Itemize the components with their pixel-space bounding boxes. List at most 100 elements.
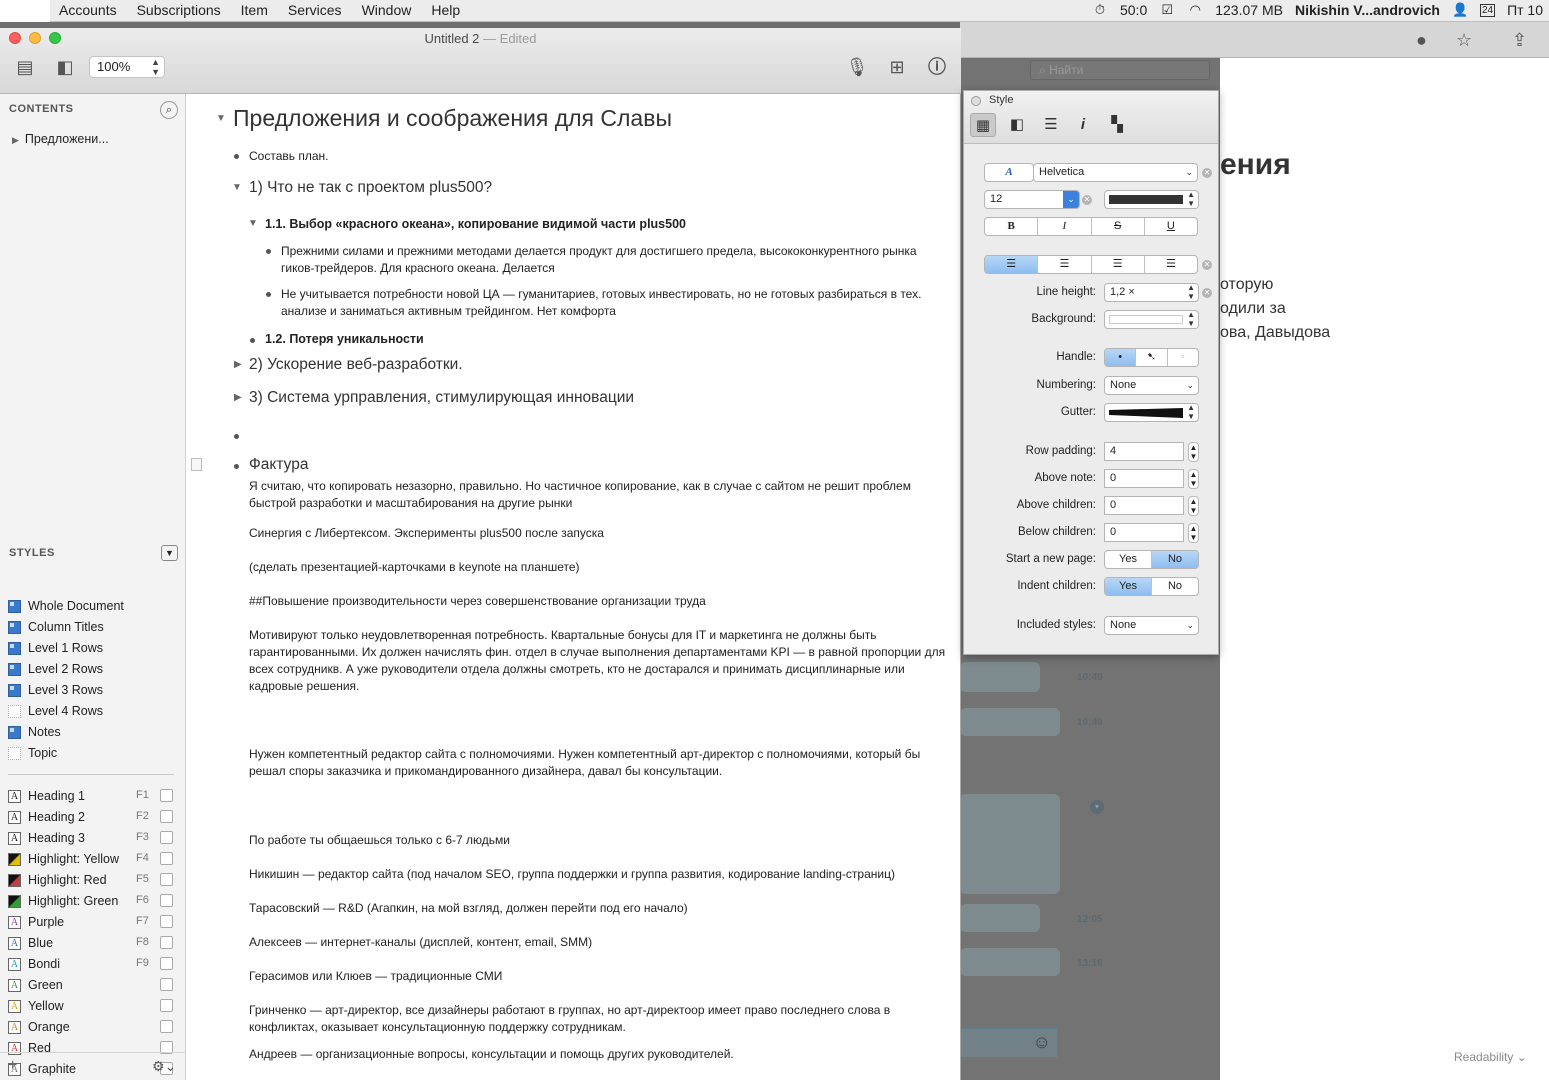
menu-accounts[interactable]: Accounts	[59, 2, 117, 18]
menu-item[interactable]: Item	[241, 2, 268, 18]
named-style-row[interactable]: A Heading 2 F2	[8, 807, 178, 827]
note-text[interactable]: ##Повышение производительности через сов…	[249, 593, 949, 610]
outline-row-heading[interactable]: 1.1. Выбор «красного океана», копировани…	[265, 217, 686, 231]
clock[interactable]: Пт 10	[1507, 2, 1543, 18]
menu-window[interactable]: Window	[362, 2, 412, 18]
named-style-row[interactable]: A Heading 3 F3	[8, 828, 178, 848]
style-tab-icon[interactable]: ▦	[970, 113, 996, 137]
style-row[interactable]: Level 4 Rows	[8, 701, 178, 721]
note-text[interactable]: Мотивируют только неудовлетворенная потр…	[249, 627, 949, 695]
handle-arrow-icon[interactable]: ➷	[1136, 349, 1168, 366]
style-checkbox[interactable]	[160, 873, 173, 886]
outline-row-heading[interactable]: Фактура	[249, 456, 308, 474]
handle-none-icon[interactable]: ◦	[1168, 349, 1198, 366]
outline-row-heading[interactable]: 2) Ускорение веб-разработки.	[249, 356, 463, 374]
style-checkbox[interactable]	[160, 999, 173, 1012]
alignment-buttons[interactable]: ☰ ☰ ☰ ☰	[984, 255, 1198, 274]
readability-button[interactable]: Readability ⌄	[1454, 1050, 1527, 1064]
font-size-combo[interactable]: 12 ⌄	[984, 190, 1080, 209]
gear-icon[interactable]: ⚙⌄	[152, 1058, 176, 1075]
below-children-stepper[interactable]: ▲ ▼	[1188, 523, 1199, 543]
user-name[interactable]: Nikishin V...androvich	[1295, 2, 1440, 18]
row-padding-input[interactable]: 4	[1104, 442, 1184, 461]
outline-row[interactable]: Не учитывается потребности новой ЦА — гу…	[281, 287, 921, 301]
record-icon[interactable]: ●	[1416, 30, 1427, 51]
share-icon[interactable]: ⇪	[1512, 30, 1527, 51]
document-tab-icon[interactable]: ◧	[1004, 113, 1030, 137]
clear-alignment-icon[interactable]: ✕	[1202, 260, 1212, 270]
note-text[interactable]: Тарасовский — R&D (Агапкин, на мой взгля…	[249, 900, 949, 917]
sidebar-toggle-icon[interactable]: ▤	[12, 55, 38, 79]
microphone-icon[interactable]: 🎙	[844, 55, 870, 79]
close-inspector-button[interactable]	[971, 96, 981, 106]
named-style-row[interactable]: A Highlight: Yellow F4	[8, 849, 178, 869]
outline-row[interactable]: анализе и заниматься активным трейдингом…	[281, 304, 616, 318]
included-styles-select[interactable]: None ⌄	[1104, 616, 1199, 635]
note-text[interactable]: Синергия с Либертексом. Эксперименты plu…	[249, 525, 949, 542]
emoji-icon[interactable]: ☺	[1033, 1032, 1051, 1053]
add-style-icon[interactable]: +	[8, 1057, 17, 1075]
style-checkbox[interactable]	[160, 894, 173, 907]
below-children-input[interactable]: 0	[1104, 523, 1184, 542]
style-row[interactable]: Level 1 Rows	[8, 638, 178, 658]
outline-row-heading[interactable]: 1.2. Потеря уникальности	[265, 332, 424, 346]
clear-size-icon[interactable]: ✕	[1082, 195, 1092, 205]
indent-children-toggle[interactable]: Yes No	[1104, 577, 1199, 596]
style-row[interactable]: Topic	[8, 743, 178, 763]
disclosure-triangle-icon[interactable]: ▼	[248, 218, 258, 229]
style-checkbox[interactable]	[160, 915, 173, 928]
align-center-icon[interactable]: ☰	[1038, 256, 1092, 273]
note-icon[interactable]	[191, 458, 202, 471]
row-padding-stepper[interactable]: ▲ ▼	[1188, 442, 1199, 462]
timer-icon[interactable]: ⏱	[1092, 3, 1108, 17]
note-text[interactable]: Я считаю, что копировать незазорно, прав…	[249, 478, 949, 512]
font-family-select[interactable]: Helvetica ⌄	[1033, 163, 1198, 182]
style-checkbox[interactable]	[160, 936, 173, 949]
columns-tab-icon[interactable]: ☰	[1038, 113, 1064, 137]
style-row[interactable]: Column Titles	[8, 617, 178, 637]
underline-button[interactable]: U	[1145, 218, 1197, 235]
styles-menu-icon[interactable]: ▼	[161, 545, 178, 561]
style-row[interactable]: Level 3 Rows	[8, 680, 178, 700]
style-row[interactable]: Whole Document	[8, 596, 178, 616]
disclosure-triangle-icon[interactable]: ▶	[234, 392, 242, 403]
named-style-row[interactable]: A Yellow	[8, 996, 178, 1016]
chat-down-icon[interactable]: ▾	[1090, 800, 1104, 814]
new-page-no[interactable]: No	[1152, 551, 1198, 568]
named-style-row[interactable]: A Green	[8, 975, 178, 995]
calendar-icon[interactable]: 24	[1479, 3, 1496, 17]
above-children-stepper[interactable]: ▲ ▼	[1188, 496, 1199, 516]
note-text[interactable]: Нужен компетентный редактор сайта с полн…	[249, 746, 949, 780]
zoom-select[interactable]: 100% ▲ ▼	[89, 56, 165, 78]
apple-menu-area[interactable]	[0, 0, 50, 22]
strikethrough-button[interactable]: S	[1092, 218, 1145, 235]
named-style-row[interactable]: A Highlight: Red F5	[8, 870, 178, 890]
info-icon[interactable]: ⓘ	[924, 55, 950, 79]
above-note-stepper[interactable]: ▲ ▼	[1188, 469, 1199, 489]
note-text[interactable]: Андреев — организационные вопросы, консу…	[249, 1046, 949, 1063]
disclosure-triangle-icon[interactable]: ▼	[232, 182, 242, 193]
disclosure-triangle-icon[interactable]: ▼	[216, 113, 226, 124]
named-style-row[interactable]: A Highlight: Green F6	[8, 891, 178, 911]
align-right-icon[interactable]: ☰	[1092, 256, 1145, 273]
named-style-row[interactable]: A Bondi F9	[8, 954, 178, 974]
style-checkbox[interactable]	[160, 957, 173, 970]
memory-indicator[interactable]: 123.07 MB	[1215, 2, 1283, 18]
font-style-button[interactable]: A	[984, 163, 1034, 182]
indent-yes[interactable]: Yes	[1105, 578, 1152, 595]
disclosure-triangle-icon[interactable]: ▶	[234, 359, 242, 370]
outline-row[interactable]: гиков-трейдеров. Для красного океана. Де…	[281, 261, 555, 275]
above-note-input[interactable]: 0	[1104, 469, 1184, 488]
align-justify-icon[interactable]: ☰	[1145, 256, 1197, 273]
background-color-well[interactable]: ▲ ▼	[1104, 310, 1199, 329]
gutter-select[interactable]: ▲ ▼	[1104, 403, 1199, 422]
style-row[interactable]: Notes	[8, 722, 178, 742]
menu-help[interactable]: Help	[431, 2, 460, 18]
user-icon[interactable]: 👤	[1452, 3, 1468, 17]
menu-subscriptions[interactable]: Subscriptions	[137, 2, 221, 18]
indent-no[interactable]: No	[1152, 578, 1198, 595]
note-text[interactable]: По работе ты общаешься только с 6-7 людь…	[249, 832, 949, 849]
new-page-toggle[interactable]: Yes No	[1104, 550, 1199, 569]
columns-icon[interactable]: ◧	[52, 55, 78, 79]
menu-services[interactable]: Services	[288, 2, 342, 18]
